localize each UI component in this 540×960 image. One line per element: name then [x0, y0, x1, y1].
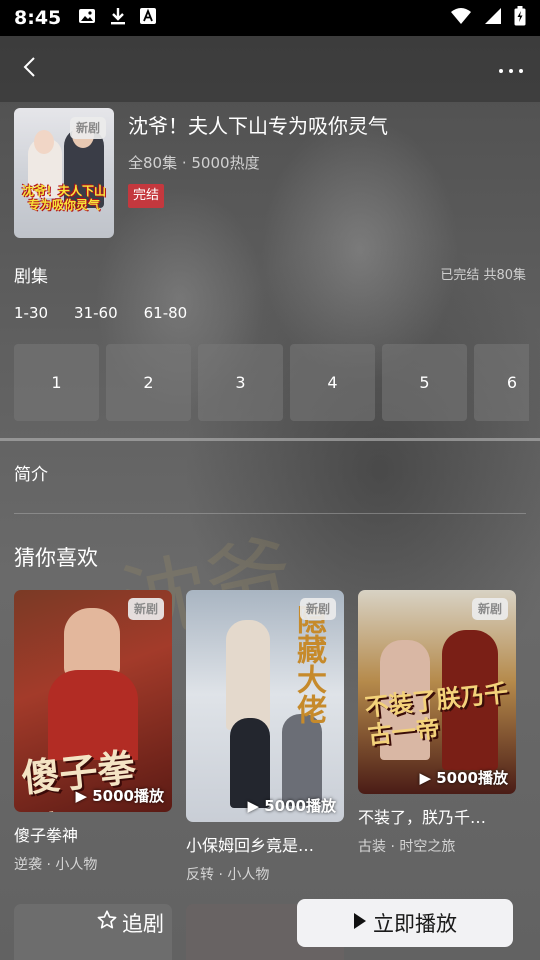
divider — [14, 513, 526, 514]
new-badge: 新剧 — [127, 598, 164, 620]
recommend-card[interactable]: 隐藏大佬 新剧 ▶ 5000播放 小保姆回乡竟是… 反转 · 小人物 — [186, 590, 344, 884]
episodes-heading: 剧集 — [14, 267, 48, 287]
wifi-icon — [450, 7, 472, 29]
recommend-title: 不装了，朕乃千… — [358, 808, 487, 827]
more-horizontal-icon[interactable] — [498, 60, 524, 79]
episode-item[interactable]: 1 — [14, 344, 99, 421]
play-now-button[interactable]: 立即播放 — [297, 899, 513, 947]
signal-icon — [484, 7, 502, 29]
play-icon — [353, 911, 367, 935]
drama-title: 沈爷！夫人下山专为吸你灵气 — [128, 114, 388, 138]
status-badge: 完结 — [128, 184, 165, 208]
episode-item[interactable]: 2 — [106, 344, 191, 421]
new-badge: 新剧 — [70, 117, 107, 139]
tab-range-3[interactable]: 61-80 — [144, 304, 188, 322]
episode-item[interactable]: 4 — [290, 344, 375, 421]
new-badge: 新剧 — [299, 598, 336, 620]
recommend-title: 傻子拳神 — [14, 826, 79, 845]
tab-range-2[interactable]: 31-60 — [74, 304, 118, 322]
follow-label: 追剧 — [122, 913, 164, 936]
new-badge: 新剧 — [471, 598, 508, 620]
play-now-label: 立即播放 — [373, 912, 457, 936]
episode-item[interactable]: 3 — [198, 344, 283, 421]
drama-poster[interactable]: 沈爷！夫人下山专为吸你灵气 新剧 — [14, 108, 114, 238]
star-icon — [96, 909, 118, 937]
episode-item[interactable]: 6 — [474, 344, 529, 421]
episode-item[interactable]: 5 — [382, 344, 467, 421]
episode-range-tabs: 1-30 31-60 61-80 — [14, 304, 187, 322]
recommend-card[interactable]: 不装了朕乃千古一帝 新剧 ▶ 5000播放 不装了，朕乃千… 古装 · 时空之旅 — [358, 590, 516, 856]
recommend-poster[interactable]: 傻子拳神 新剧 ▶ 5000播放 — [14, 590, 172, 812]
recommend-tags: 逆袭 · 小人物 — [14, 857, 98, 873]
recommend-tags: 反转 · 小人物 — [186, 867, 270, 883]
tab-range-1[interactable]: 1-30 — [14, 304, 48, 322]
play-count: ▶ 5000播放 — [75, 787, 164, 805]
recommend-title: 小保姆回乡竟是… — [186, 836, 315, 855]
drama-meta: 全80集 · 5000热度 — [128, 154, 260, 172]
top-nav — [0, 36, 540, 102]
image-icon — [77, 6, 97, 30]
status-time: 8:45 — [14, 7, 62, 29]
episodes-summary: 已完结 共80集 — [440, 268, 526, 283]
recommend-card[interactable]: 傻子拳神 新剧 ▶ 5000播放 傻子拳神 逆袭 · 小人物 — [14, 590, 172, 874]
poster-title-art: 沈爷！夫人下山专为吸你灵气 — [21, 184, 106, 212]
recommend-poster[interactable]: 隐藏大佬 新剧 ▶ 5000播放 — [186, 590, 344, 822]
font-icon — [139, 7, 157, 29]
battery-icon — [514, 6, 526, 30]
recommend-tags: 古装 · 时空之旅 — [358, 839, 456, 855]
recommend-poster[interactable]: 不装了朕乃千古一帝 新剧 ▶ 5000播放 — [358, 590, 516, 794]
status-bar: 8:45 — [0, 0, 540, 36]
episode-grid: 1 2 3 4 5 6 — [14, 344, 529, 421]
chevron-left-icon[interactable] — [18, 55, 42, 83]
recommend-heading: 猜你喜欢 — [14, 546, 98, 570]
download-icon — [109, 6, 127, 30]
intro-heading: 简介 — [14, 465, 48, 485]
play-count: ▶ 5000播放 — [419, 769, 508, 787]
section-divider — [0, 438, 540, 441]
bottom-action-bar: 追剧 立即播放 — [0, 898, 540, 960]
play-count: ▶ 5000播放 — [247, 797, 336, 815]
poster-title-art: 隐藏大佬 — [291, 604, 326, 724]
follow-button[interactable]: 追剧 — [96, 908, 164, 938]
